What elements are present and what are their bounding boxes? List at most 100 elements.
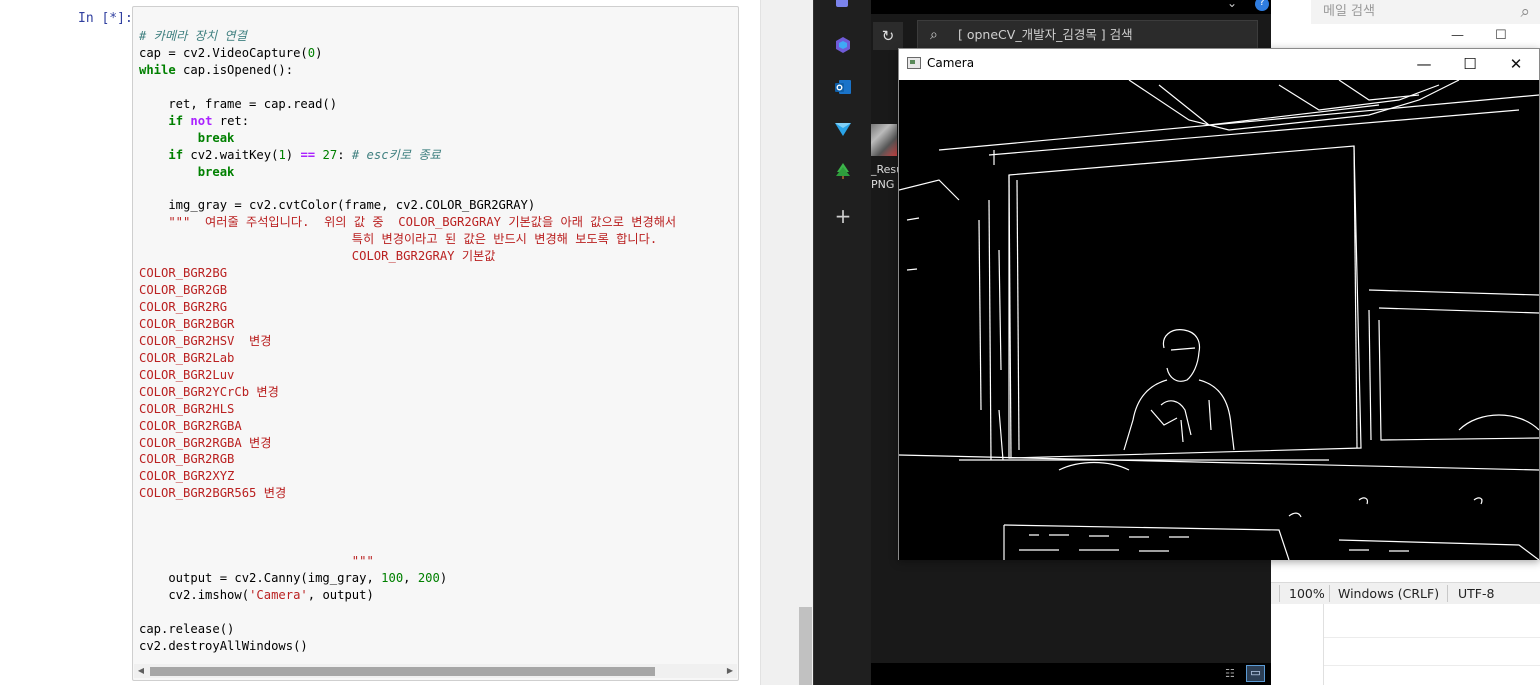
- minimize-icon[interactable]: —: [1451, 28, 1464, 43]
- code-line[interactable]: COLOR_BGR2RGB: [139, 451, 676, 468]
- code-token: cap = cv2.VideoCapture(: [139, 45, 308, 60]
- code-token: COLOR_BGR2HSV 변경: [139, 333, 272, 348]
- camera-titlebar[interactable]: Camera — ☐ ✕: [899, 49, 1539, 79]
- copilot-icon[interactable]: [833, 35, 853, 55]
- code-line[interactable]: [139, 519, 676, 536]
- code-line[interactable]: COLOR_BGR2Luv: [139, 367, 676, 384]
- code-token: img_gray = cv2.cvtColor(frame, cv2.COLOR…: [139, 198, 536, 213]
- tree-app-icon[interactable]: [833, 161, 853, 181]
- code-editor[interactable]: # 카메라 장치 연결 cap = cv2.VideoCapture(0) whil…: [139, 28, 676, 655]
- camera-window[interactable]: Camera — ☐ ✕: [898, 48, 1540, 560]
- code-token: cv2.destroyAllWindows(): [139, 638, 308, 653]
- code-line[interactable]: COLOR_BGR2HSV 변경: [139, 333, 676, 350]
- code-token: ,: [403, 571, 418, 585]
- code-line[interactable]: cv2.imshow('Camera', output): [139, 587, 676, 604]
- code-token: ret:: [212, 113, 250, 128]
- edge-image: [899, 80, 1539, 560]
- code-line[interactable]: break: [139, 130, 676, 147]
- code-line[interactable]: [139, 502, 676, 519]
- add-icon[interactable]: +: [833, 204, 853, 228]
- file-thumbnail[interactable]: [871, 124, 897, 156]
- code-token: COLOR_BGR2BG: [139, 266, 228, 281]
- divider: [1324, 665, 1540, 666]
- code-line[interactable]: break: [139, 164, 676, 181]
- code-line[interactable]: if cv2.waitKey(1) == 27: # esc키로 종료: [139, 147, 676, 164]
- code-token: , output): [307, 587, 374, 602]
- explorer-search-placeholder: [ opneCV_개발자_김경목 ] 검색: [958, 27, 1133, 42]
- code-line[interactable]: cap.release(): [139, 621, 676, 638]
- code-line[interactable]: [139, 79, 676, 96]
- minimize-button[interactable]: —: [1401, 49, 1447, 79]
- chevron-down-icon[interactable]: ⌄: [1227, 0, 1237, 10]
- code-token: 특히 변경이라고 된 값은 반드시 변경해 보도록 합니다.: [139, 232, 658, 247]
- code-line[interactable]: COLOR_BGR2YCrCb 변경: [139, 384, 676, 401]
- code-cell[interactable]: # 카메라 장치 연결 cap = cv2.VideoCapture(0) whil…: [132, 6, 739, 681]
- code-line[interactable]: COLOR_BGR2Lab: [139, 350, 676, 367]
- cell-prompt: In [*]:: [78, 11, 133, 26]
- code-line[interactable]: # 카메라 장치 연결: [139, 28, 676, 45]
- scroll-right-icon[interactable]: ▶: [723, 664, 737, 678]
- code-token: ==: [300, 147, 316, 162]
- explorer-topbar: ⌄ ?: [871, 0, 1271, 14]
- large-icons-view-icon[interactable]: ▭: [1246, 665, 1265, 682]
- code-token: COLOR_BGR2BGR: [139, 316, 235, 331]
- horizontal-scrollbar[interactable]: ◀ ▶: [134, 664, 737, 678]
- code-line[interactable]: """ 여러줄 주석입니다. 위의 값 중 COLOR_BGR2GRAY 기본값…: [139, 214, 676, 231]
- details-view-icon[interactable]: ☷: [1225, 667, 1243, 681]
- code-line[interactable]: COLOR_BGR2BGR565 변경: [139, 485, 676, 502]
- send-app-icon[interactable]: [833, 119, 853, 139]
- code-line[interactable]: cv2.destroyAllWindows(): [139, 638, 676, 655]
- search-icon: ⌕: [930, 27, 938, 43]
- code-line[interactable]: COLOR_BGR2RGBA 변경: [139, 435, 676, 452]
- refresh-icon[interactable]: ↻: [873, 22, 903, 50]
- scroll-left-icon[interactable]: ◀: [134, 664, 148, 678]
- code-line[interactable]: 특히 변경이라고 된 값은 반드시 변경해 보도록 합니다.: [139, 231, 676, 248]
- code-line[interactable]: COLOR_BGR2GRAY 기본값: [139, 248, 676, 265]
- code-line[interactable]: img_gray = cv2.cvtColor(frame, cv2.COLOR…: [139, 197, 676, 214]
- code-line[interactable]: while cap.isOpened():: [139, 62, 676, 79]
- file-extension[interactable]: PNG: [871, 178, 894, 191]
- code-line[interactable]: COLOR_BGR2HLS: [139, 401, 676, 418]
- code-line[interactable]: COLOR_BGR2BG: [139, 265, 676, 282]
- maximize-icon[interactable]: ☐: [1495, 28, 1507, 43]
- status-bar: 100% Windows (CRLF) UTF-8: [1271, 582, 1540, 604]
- code-line[interactable]: COLOR_BGR2GB: [139, 282, 676, 299]
- code-line[interactable]: output = cv2.Canny(img_gray, 100, 200): [139, 570, 676, 587]
- explorer-search-input[interactable]: ⌕ [ opneCV_개발자_김경목 ] 검색: [917, 20, 1258, 50]
- code-line[interactable]: [139, 180, 676, 197]
- code-token: 0: [307, 45, 316, 60]
- vertical-scrollbar[interactable]: [760, 0, 813, 685]
- code-token: not: [190, 113, 213, 128]
- code-token: ret, frame = cap.read(): [139, 96, 338, 111]
- code-line[interactable]: COLOR_BGR2BGR: [139, 316, 676, 333]
- scrollbar-thumb[interactable]: [150, 667, 655, 676]
- code-line[interactable]: cap = cv2.VideoCapture(0): [139, 45, 676, 62]
- mail-search-input[interactable]: 메일 검색 ⌕: [1311, 0, 1540, 24]
- code-line[interactable]: COLOR_BGR2XYZ: [139, 468, 676, 485]
- code-token: cv2.imshow(: [139, 587, 250, 602]
- help-icon[interactable]: ?: [1255, 0, 1269, 11]
- code-line[interactable]: COLOR_BGR2RG: [139, 299, 676, 316]
- code-token: COLOR_BGR2Lab: [139, 350, 235, 365]
- lower-panel: [1323, 604, 1540, 685]
- code-line[interactable]: COLOR_BGR2RGBA: [139, 418, 676, 435]
- code-line[interactable]: [139, 604, 676, 621]
- close-button[interactable]: ✕: [1493, 49, 1539, 79]
- teams-icon[interactable]: [833, 0, 853, 14]
- code-token: 200: [417, 571, 440, 585]
- code-token: COLOR_BGR2YCrCb 변경: [139, 384, 279, 399]
- code-line[interactable]: ret, frame = cap.read(): [139, 96, 676, 113]
- code-line[interactable]: """: [139, 553, 676, 570]
- vertical-scrollbar-thumb[interactable]: [799, 607, 812, 685]
- code-token: COLOR_BGR2BGR565 변경: [139, 486, 287, 501]
- camera-window-title: Camera: [927, 56, 975, 70]
- outlook-icon[interactable]: [833, 77, 853, 97]
- maximize-button[interactable]: ☐: [1447, 49, 1493, 79]
- divider: [1324, 637, 1540, 638]
- jupyter-notebook: In [*]: # 카메라 장치 연결 cap = cv2.VideoCaptur…: [0, 0, 760, 685]
- code-line[interactable]: [139, 536, 676, 553]
- code-line[interactable]: if not ret:: [139, 113, 676, 130]
- status-separator: [1329, 585, 1330, 602]
- search-icon[interactable]: ⌕: [1520, 0, 1530, 24]
